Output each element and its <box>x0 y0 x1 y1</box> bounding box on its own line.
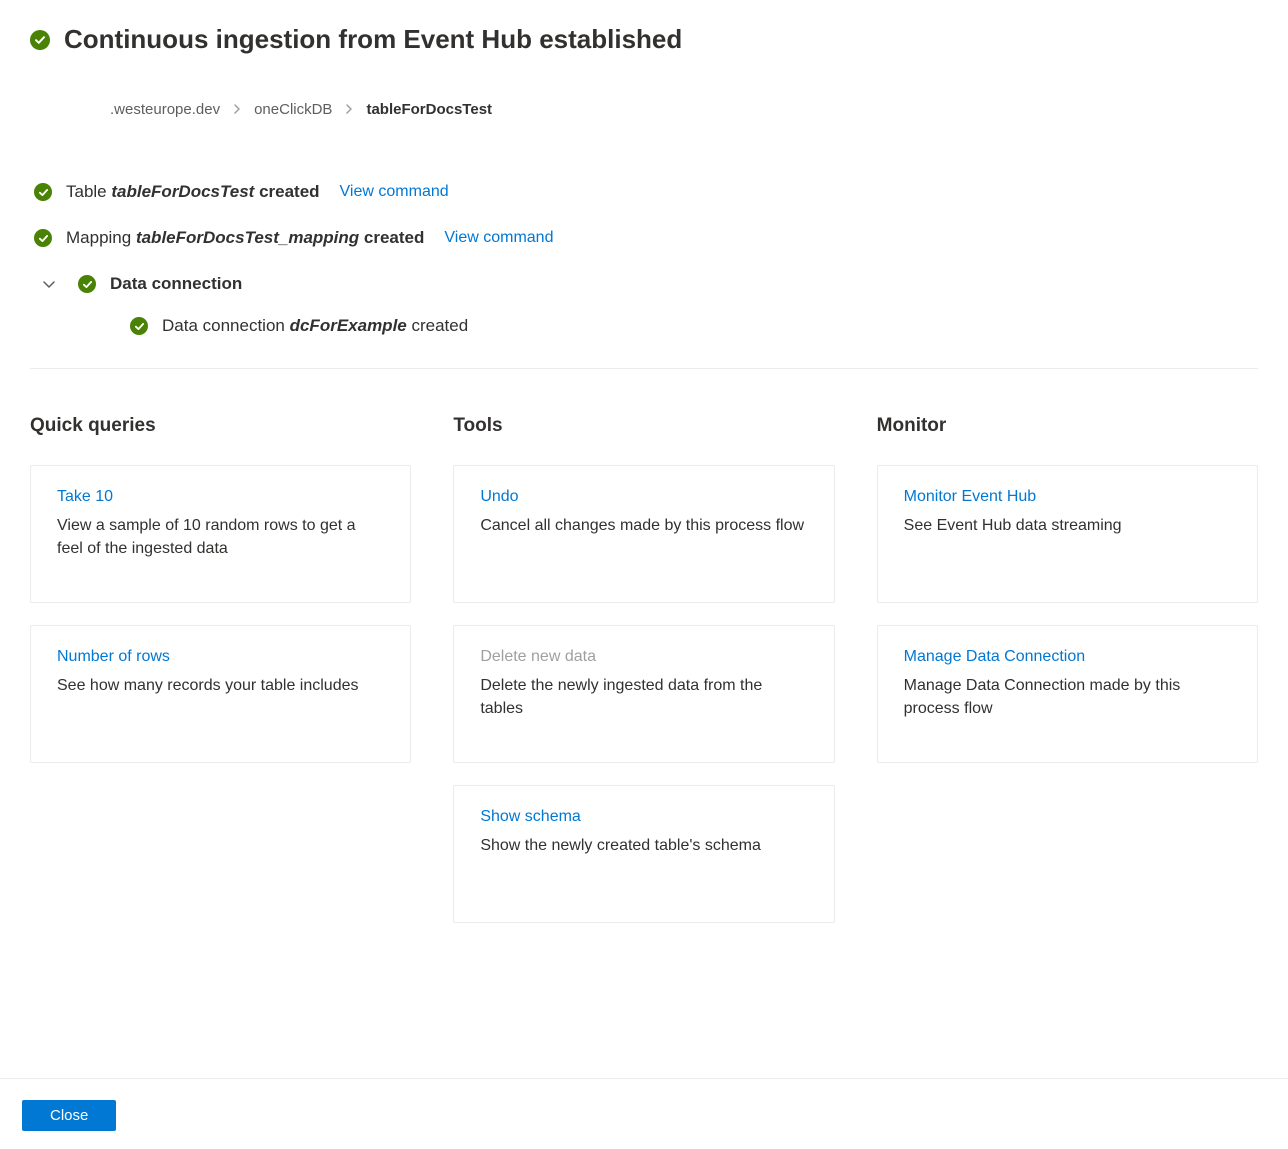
card-delete-new-data: Delete new data Delete the newly ingeste… <box>453 625 834 763</box>
chevron-right-icon <box>344 101 354 118</box>
breadcrumb-item[interactable]: .westeurope.dev <box>110 101 220 118</box>
status-data-connection: Data connection <box>30 274 1258 294</box>
view-command-link[interactable]: View command <box>444 229 553 247</box>
view-command-link[interactable]: View command <box>340 183 449 201</box>
card-description: Delete the newly ingested data from the … <box>480 674 807 720</box>
card-description: See how many records your table includes <box>57 674 384 697</box>
card-title-link[interactable]: Take 10 <box>57 488 384 506</box>
column-title: Quick queries <box>30 415 411 437</box>
tools-column: Tools Undo Cancel all changes made by th… <box>453 415 834 945</box>
success-icon <box>34 229 52 247</box>
column-title: Monitor <box>877 415 1258 437</box>
status-text: Table tableForDocsTest created <box>66 182 320 202</box>
divider <box>30 368 1258 369</box>
breadcrumb: .westeurope.dev oneClickDB tableForDocsT… <box>110 101 1258 118</box>
page-header: Continuous ingestion from Event Hub esta… <box>30 24 1258 55</box>
status-table-created: Table tableForDocsTest created View comm… <box>30 182 1258 202</box>
card-undo[interactable]: Undo Cancel all changes made by this pro… <box>453 465 834 603</box>
card-manage-data-connection[interactable]: Manage Data Connection Manage Data Conne… <box>877 625 1258 763</box>
monitor-column: Monitor Monitor Event Hub See Event Hub … <box>877 415 1258 945</box>
card-show-schema[interactable]: Show schema Show the newly created table… <box>453 785 834 923</box>
card-title-disabled: Delete new data <box>480 648 807 666</box>
footer: Close <box>0 1100 1288 1131</box>
success-icon <box>130 317 148 335</box>
card-description: Show the newly created table's schema <box>480 834 807 857</box>
chevron-right-icon <box>232 101 242 118</box>
card-title-link[interactable]: Number of rows <box>57 648 384 666</box>
card-description: Manage Data Connection made by this proc… <box>904 674 1231 720</box>
success-icon <box>34 183 52 201</box>
status-connection-created: Data connection dcForExample created <box>30 316 1258 336</box>
status-text: Mapping tableForDocsTest_mapping created <box>66 228 424 248</box>
card-description: Cancel all changes made by this process … <box>480 514 807 537</box>
breadcrumb-item[interactable]: oneClickDB <box>254 101 332 118</box>
card-take-10[interactable]: Take 10 View a sample of 10 random rows … <box>30 465 411 603</box>
card-title-link[interactable]: Show schema <box>480 808 807 826</box>
column-title: Tools <box>453 415 834 437</box>
card-number-of-rows[interactable]: Number of rows See how many records your… <box>30 625 411 763</box>
card-monitor-event-hub[interactable]: Monitor Event Hub See Event Hub data str… <box>877 465 1258 603</box>
card-title-link[interactable]: Undo <box>480 488 807 506</box>
status-mapping-created: Mapping tableForDocsTest_mapping created… <box>30 228 1258 248</box>
card-description: View a sample of 10 random rows to get a… <box>57 514 384 560</box>
breadcrumb-current: tableForDocsTest <box>366 101 492 118</box>
close-button[interactable]: Close <box>22 1100 116 1131</box>
card-description: See Event Hub data streaming <box>904 514 1231 537</box>
status-text: Data connection dcForExample created <box>162 316 468 336</box>
card-title-link[interactable]: Manage Data Connection <box>904 648 1231 666</box>
card-title-link[interactable]: Monitor Event Hub <box>904 488 1231 506</box>
card-columns: Quick queries Take 10 View a sample of 1… <box>30 415 1258 945</box>
success-icon <box>78 275 96 293</box>
divider <box>0 1078 1288 1079</box>
page-title: Continuous ingestion from Event Hub esta… <box>64 24 682 55</box>
success-icon <box>30 30 50 50</box>
chevron-down-icon[interactable] <box>34 277 64 291</box>
status-list: Table tableForDocsTest created View comm… <box>30 182 1258 336</box>
quick-queries-column: Quick queries Take 10 View a sample of 1… <box>30 415 411 945</box>
status-text: Data connection <box>110 274 242 294</box>
